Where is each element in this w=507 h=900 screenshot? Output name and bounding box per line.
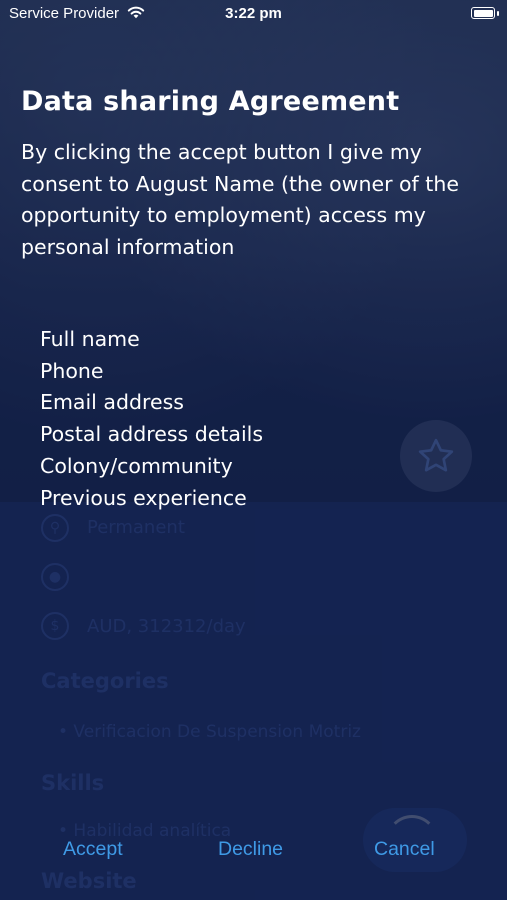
shared-info-item: Full name bbox=[40, 327, 140, 351]
status-bar: Service Provider 3:22 pm bbox=[0, 0, 507, 28]
clock: 3:22 pm bbox=[225, 5, 282, 22]
dialog-message: By clicking the accept button I give my … bbox=[21, 140, 459, 259]
battery-tip bbox=[497, 11, 499, 16]
shared-info-item: Email address bbox=[40, 390, 184, 415]
shared-info-item: Phone bbox=[40, 358, 104, 383]
battery-icon bbox=[471, 7, 495, 19]
decline-button[interactable]: Decline bbox=[218, 838, 283, 861]
shared-info-item: Postal address details bbox=[40, 422, 264, 447]
shared-info-item: Previous experience bbox=[40, 485, 247, 510]
cancel-button[interactable]: Cancel bbox=[374, 838, 435, 861]
accept-button[interactable]: Accept bbox=[63, 838, 123, 861]
shared-info-list: Full name Phone Email address Postal add… bbox=[40, 324, 480, 514]
shared-info-item: Colony/community bbox=[40, 453, 233, 478]
dialog-title: Data sharing Agreement bbox=[21, 86, 400, 117]
